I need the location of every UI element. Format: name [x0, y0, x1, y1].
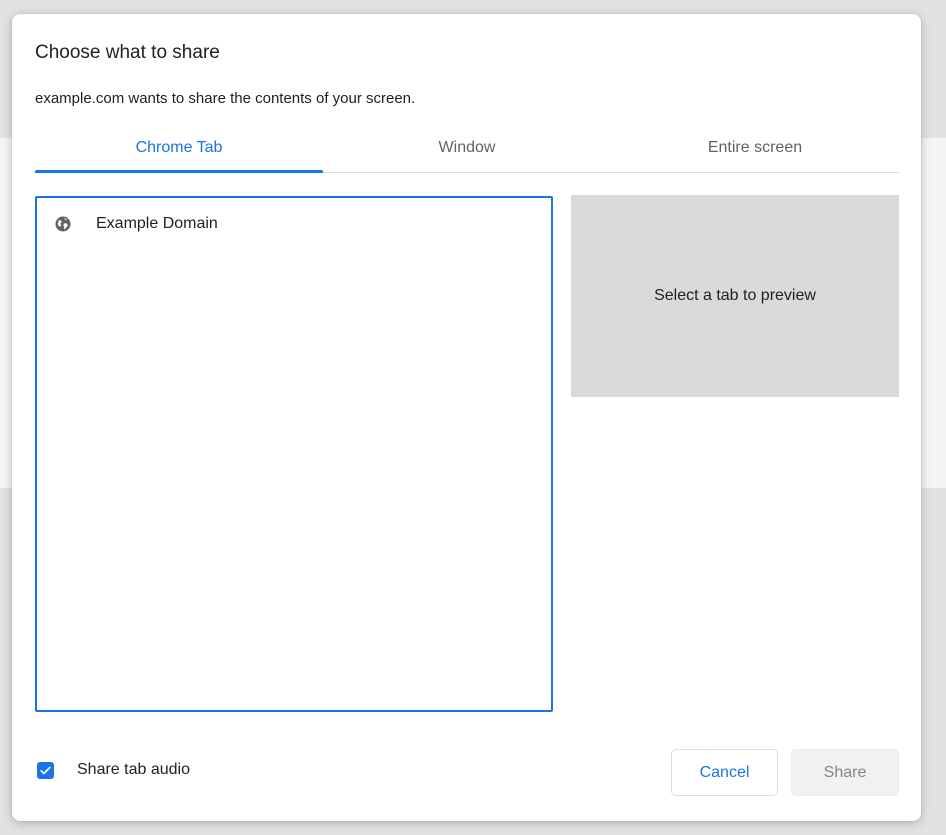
share-button[interactable]: Share — [791, 749, 899, 796]
tab-window[interactable]: Window — [323, 134, 611, 172]
share-audio-label: Share tab audio — [77, 761, 190, 778]
preview-placeholder: Select a tab to preview — [654, 287, 816, 304]
tab-entire-screen[interactable]: Entire screen — [611, 134, 899, 172]
list-item[interactable]: Example Domain — [37, 208, 551, 240]
tab-chrome-tab[interactable]: Chrome Tab — [35, 134, 323, 173]
checkbox-checked-icon[interactable] — [37, 761, 54, 779]
cancel-button[interactable]: Cancel — [671, 749, 778, 796]
share-audio-checkbox[interactable]: Share tab audio — [37, 761, 190, 779]
list-item-title: Example Domain — [96, 215, 218, 232]
dialog-title: Choose what to share — [35, 42, 220, 63]
dialog-subtitle: example.com wants to share the contents … — [35, 90, 416, 107]
globe-icon — [54, 215, 72, 233]
tab-source-list[interactable]: Example Domain — [35, 196, 553, 712]
source-tabs: Chrome Tab Window Entire screen — [35, 134, 899, 173]
share-dialog: Choose what to share example.com wants t… — [12, 14, 921, 821]
preview-pane: Select a tab to preview — [571, 195, 899, 397]
